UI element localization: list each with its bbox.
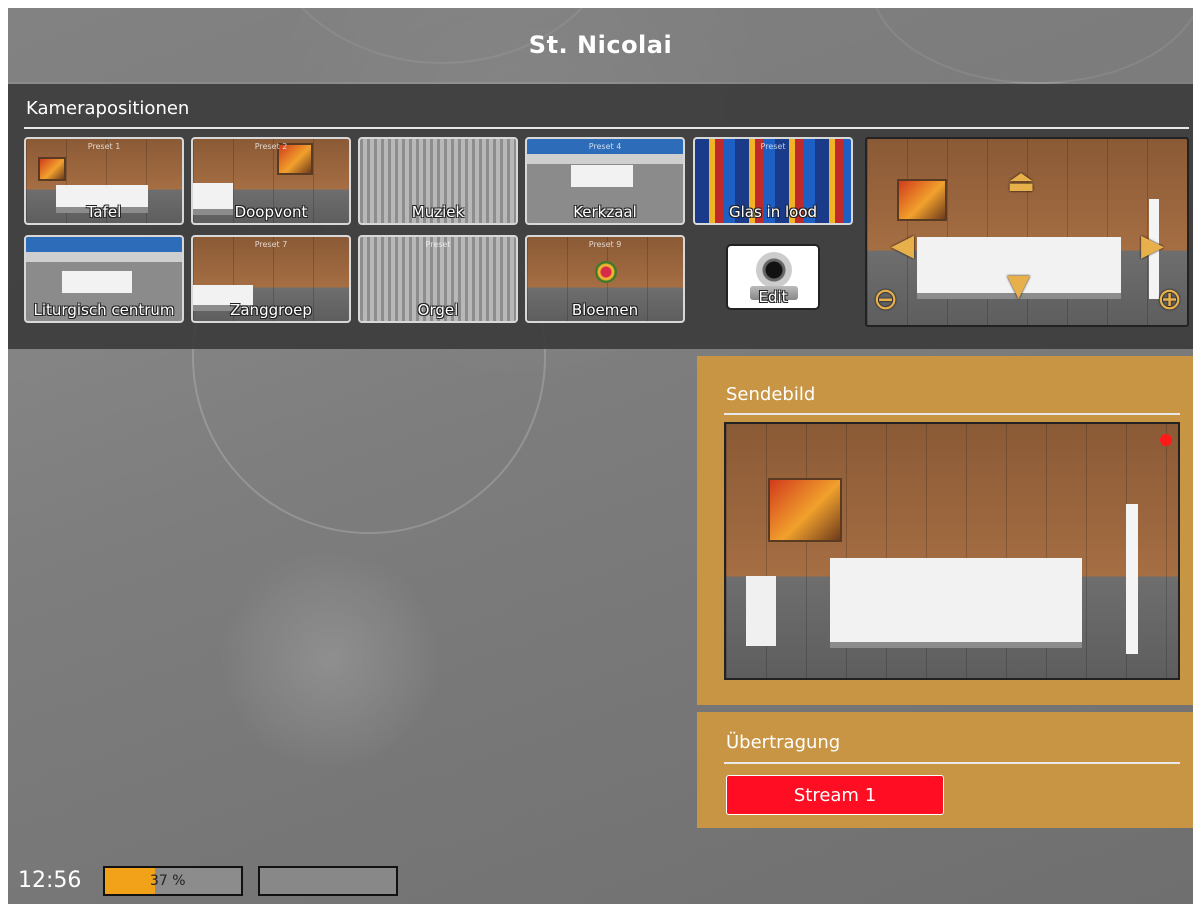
zoom-in-icon[interactable]: ⊕ <box>1157 285 1182 315</box>
level-text: 37 % <box>150 873 186 889</box>
painting-program <box>768 478 842 542</box>
preset-tag: Preset 9 <box>588 240 622 249</box>
preset-liturgisch-centrum[interactable]: Liturgisch centrum <box>24 235 184 323</box>
section-title: Sendebild <box>726 384 816 405</box>
camera-positions-panel: Kamerapositionen Preset 1 Tafel Preset 2… <box>8 84 1193 349</box>
painting-preview <box>897 179 947 221</box>
preset-glas-in-lood[interactable]: Preset Glas in lood <box>693 137 853 225</box>
stream-1-button[interactable]: Stream 1 <box>726 775 944 815</box>
uebertragung-panel: Übertragung Stream 1 <box>697 712 1193 828</box>
level-fill <box>105 868 156 894</box>
preset-label: Liturgisch centrum <box>33 301 175 319</box>
altar-program <box>830 558 1082 648</box>
preset-tag: Preset 7 <box>254 240 288 249</box>
page-title: St. Nicolai <box>528 31 673 59</box>
preset-tag: Preset 2 <box>254 142 288 151</box>
camera-icon <box>756 252 792 288</box>
preset-kerkzaal[interactable]: Preset 4 Kerkzaal <box>525 137 685 225</box>
altar-thumbnail <box>62 271 132 299</box>
top-border <box>0 0 1193 8</box>
preset-zanggroep[interactable]: Preset 7 Zanggroep <box>191 235 351 323</box>
left-border <box>0 0 8 904</box>
page-header: St. Nicolai <box>8 8 1193 82</box>
preset-label: Glas in lood <box>728 203 818 221</box>
preset-label: Doopvont <box>234 203 308 221</box>
secondary-level-bar <box>258 866 398 896</box>
record-indicator-icon <box>1160 434 1172 446</box>
pan-left-icon[interactable]: ◀ <box>891 231 914 261</box>
preset-label: Bloemen <box>571 301 639 319</box>
ptz-preview[interactable]: ⏏ ▼ ◀ ▶ ⊖ ⊕ <box>865 137 1189 327</box>
preset-tag: Preset 1 <box>87 142 121 151</box>
section-title: Übertragung <box>726 732 841 753</box>
preset-tag: Preset 4 <box>588 142 622 151</box>
program-output-view <box>724 422 1180 680</box>
preset-bloemen[interactable]: Preset 9 Bloemen <box>525 235 685 323</box>
zoom-out-icon[interactable]: ⊖ <box>873 285 898 315</box>
preset-tag: Preset <box>425 240 451 249</box>
edit-label: Edit <box>758 288 788 306</box>
baptismal-font-program <box>746 576 776 646</box>
section-title: Kamerapositionen <box>26 98 190 119</box>
audio-level-bar: 37 % <box>103 866 243 896</box>
flower-thumbnail <box>595 261 617 283</box>
edit-presets-button[interactable]: Edit <box>726 244 820 310</box>
preset-label: Orgel <box>417 301 459 319</box>
preset-label: Muziek <box>411 203 465 221</box>
tilt-down-icon[interactable]: ▼ <box>1007 271 1030 301</box>
preset-tag: Preset <box>760 142 786 151</box>
preset-orgel[interactable]: Preset Orgel <box>358 235 518 323</box>
candle-program <box>1126 504 1138 654</box>
preset-muziek[interactable]: Muziek <box>358 137 518 225</box>
preset-label: Tafel <box>86 203 122 221</box>
clock: 12:56 <box>18 868 82 893</box>
tilt-up-icon[interactable]: ⏏ <box>1007 167 1035 197</box>
sendebild-panel: Sendebild <box>697 356 1193 705</box>
preset-label: Kerkzaal <box>573 203 637 221</box>
section-divider <box>24 127 1189 129</box>
preset-doopvont[interactable]: Preset 2 Doopvont <box>191 137 351 225</box>
pan-right-icon[interactable]: ▶ <box>1141 231 1164 261</box>
section-divider <box>724 762 1180 764</box>
preset-tafel[interactable]: Preset 1 Tafel <box>24 137 184 225</box>
painting-thumbnail <box>38 157 66 181</box>
altar-thumbnail <box>571 165 633 193</box>
preset-label: Zanggroep <box>230 301 312 319</box>
section-divider <box>724 413 1180 415</box>
